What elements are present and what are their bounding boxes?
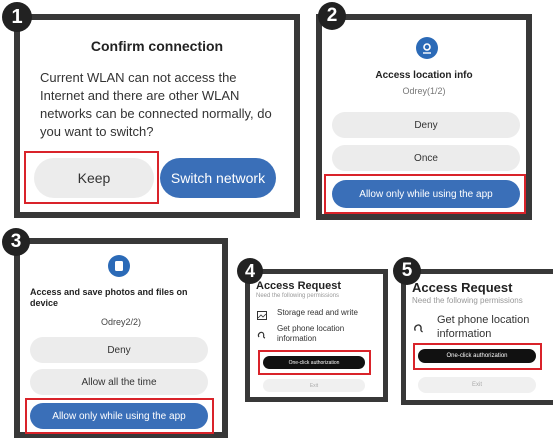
permission-location-line2: information — [277, 334, 317, 343]
location-icon — [416, 37, 438, 59]
highlight-authorization — [258, 350, 371, 375]
dialog-subtitle: Odrey2/2) — [100, 317, 142, 327]
location-icon — [413, 320, 425, 338]
highlight-keep — [24, 151, 159, 204]
deny-button[interactable]: Deny — [30, 337, 208, 363]
step-badge-2: 2 — [318, 2, 346, 30]
dialog-title: Access Request — [412, 280, 513, 295]
dialog-subtitle: Need the following permissions — [412, 296, 523, 305]
step-badge-3: 3 — [2, 228, 30, 256]
switch-network-button[interactable]: Switch network — [160, 158, 276, 198]
once-button[interactable]: Once — [332, 145, 520, 171]
files-icon — [108, 255, 130, 277]
highlight-allow — [324, 174, 526, 214]
location-icon — [257, 326, 267, 344]
highlight-allow — [25, 398, 214, 434]
deny-button[interactable]: Deny — [332, 112, 520, 138]
step-badge-1: 1 — [2, 2, 32, 32]
dialog-title: Confirm connection — [90, 38, 224, 54]
allow-all-time-button[interactable]: Allow all the time — [30, 369, 208, 395]
dialog-title: Access and save photos and files on devi… — [30, 287, 188, 308]
permission-location-line1: Get phone location — [437, 314, 530, 326]
dialog-title: Access location info — [375, 70, 473, 81]
dialog-subtitle: Odrey(1/2) — [402, 86, 446, 96]
exit-button[interactable]: Exit — [418, 377, 536, 393]
highlight-authorization — [413, 343, 542, 370]
exit-button[interactable]: Exit — [263, 379, 365, 392]
permission-storage: Storage read and write — [277, 308, 358, 317]
dialog-title: Access Request — [256, 280, 341, 292]
dialog-message: Current WLAN can not access the Internet… — [40, 70, 272, 139]
dialog-subtitle: Need the following permissions — [256, 293, 340, 299]
permission-location-line2: information — [437, 328, 492, 340]
permission-location-line1: Get phone location — [277, 324, 345, 333]
storage-icon — [257, 307, 267, 325]
